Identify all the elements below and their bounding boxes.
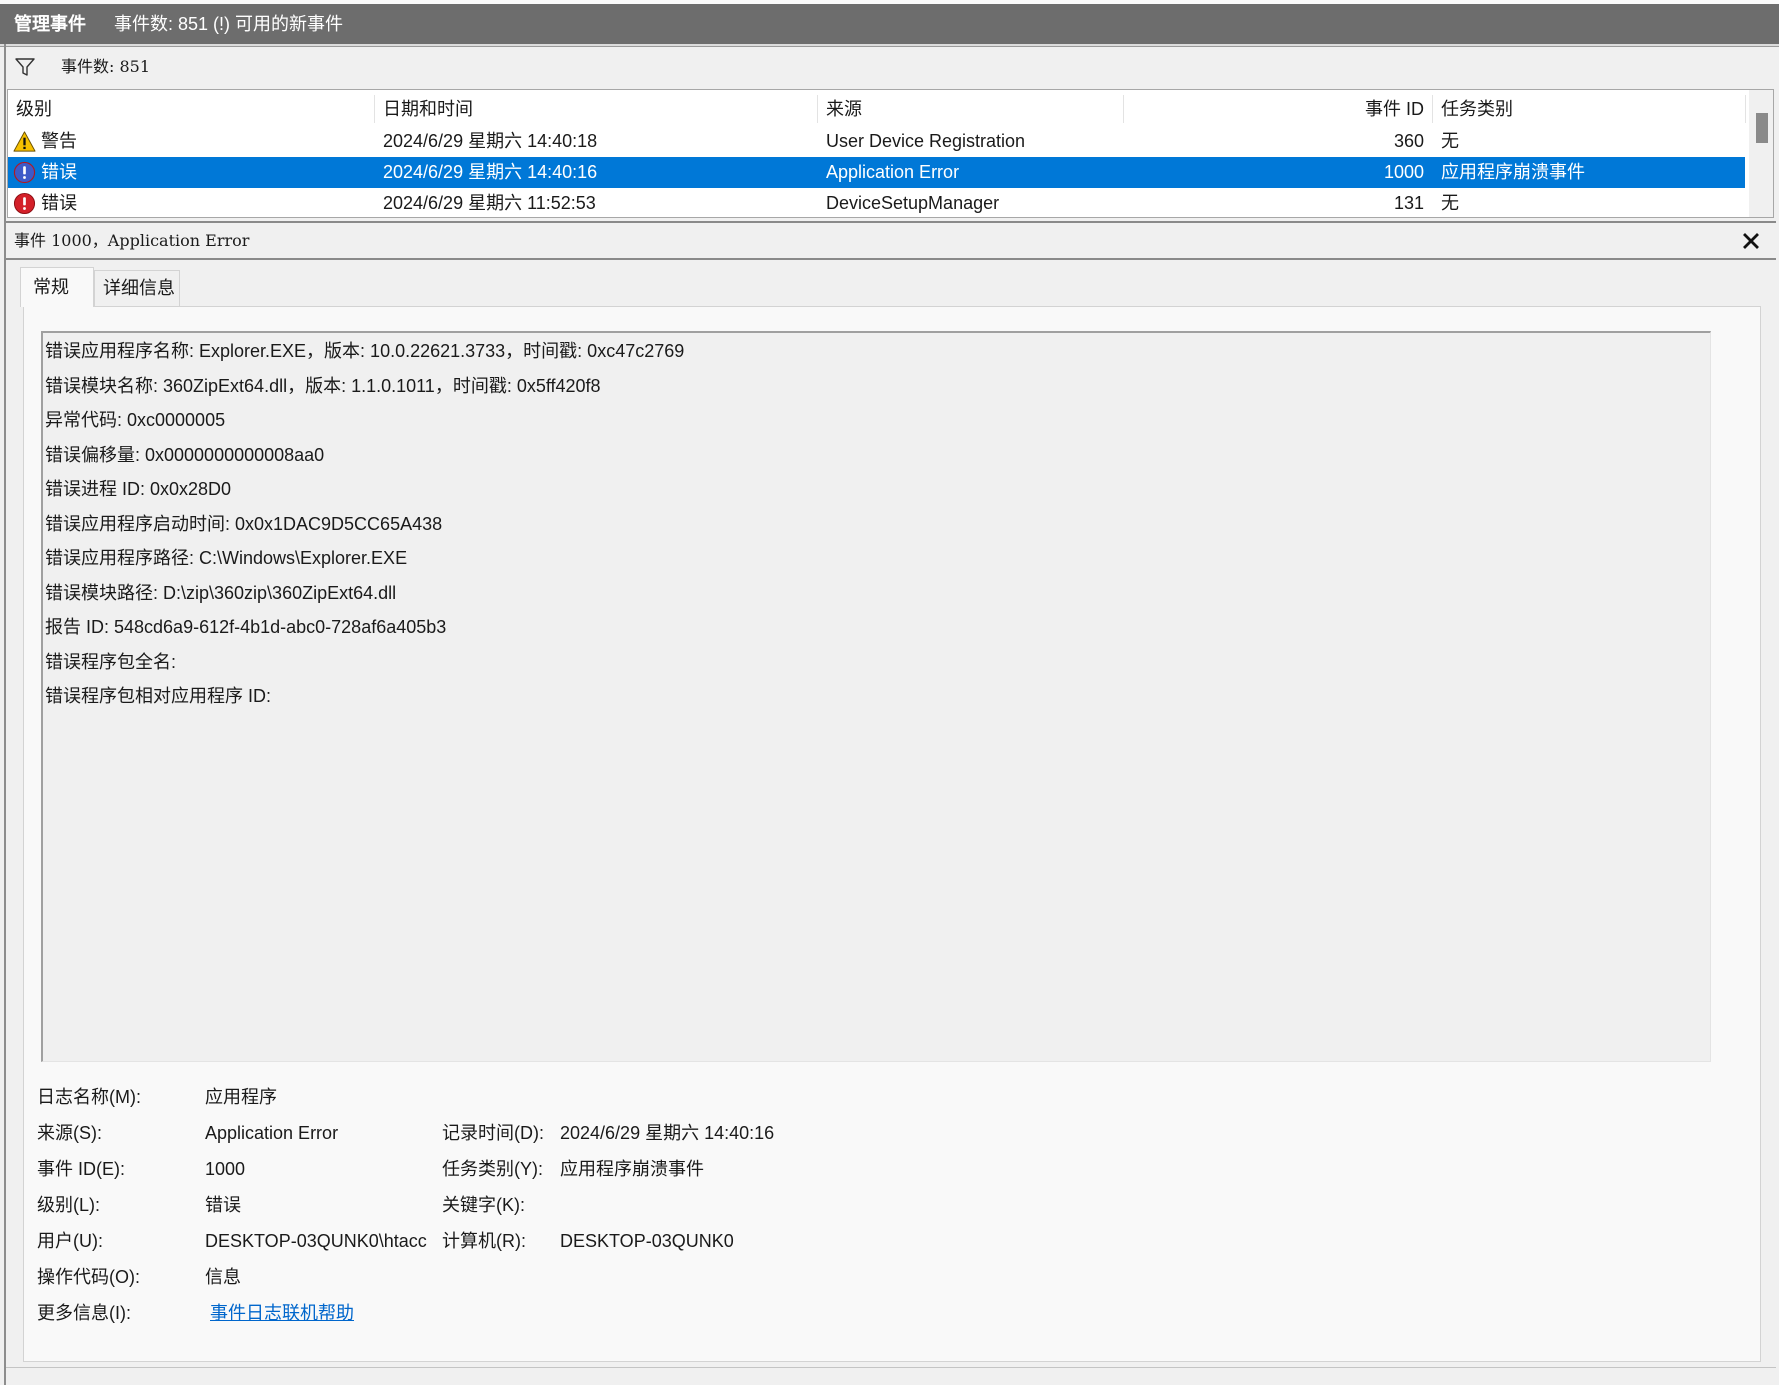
property-row: 日志名称(M): 应用程序 bbox=[37, 1079, 1737, 1115]
computer-value: DESKTOP-03QUNK0 bbox=[560, 1231, 734, 1251]
log-name-value: 应用程序 bbox=[205, 1087, 277, 1107]
task-category-value: 应用程序崩溃事件 bbox=[560, 1159, 704, 1179]
description-line: 错误程序包全名: bbox=[45, 651, 177, 672]
filtered-event-count: 事件数: 851 bbox=[61, 57, 151, 76]
user-value: DESKTOP-03QUNK0\htacc bbox=[205, 1231, 427, 1251]
event-detail-header: 事件 1000，Application Error bbox=[6, 224, 1776, 258]
more-info-label: 更多信息(I): bbox=[37, 1303, 131, 1323]
table-row[interactable]: 错误 2024/6/29 星期六 14:40:16 Application Er… bbox=[8, 157, 1745, 188]
tab-general[interactable]: 常规 bbox=[20, 267, 94, 307]
description-line: 报告 ID: 548cd6a9-612f-4b1d-abc0-728af6a40… bbox=[45, 617, 447, 637]
general-tab-panel: 错误应用程序名称: Explorer.EXE，版本: 10.0.22621.37… bbox=[23, 306, 1761, 1362]
event-id-label: 事件 ID(E): bbox=[37, 1159, 125, 1179]
row-task-category: 无 bbox=[1441, 193, 1459, 213]
row-source: Application Error bbox=[826, 162, 960, 182]
column-resize-handle[interactable] bbox=[1123, 95, 1124, 123]
keywords-label: 关键字(K): bbox=[442, 1195, 525, 1215]
row-event-id: 131 bbox=[1393, 193, 1424, 213]
description-line: 错误模块名称: 360ZipExt64.dll，版本: 1.1.0.1011，时… bbox=[45, 375, 601, 396]
description-line: 错误偏移量: 0x0000000000008aa0 bbox=[45, 444, 325, 465]
description-line: 错误应用程序名称: Explorer.EXE，版本: 10.0.22621.37… bbox=[45, 341, 685, 361]
title-bar: 管理事件 事件数: 851 (!) 可用的新事件 bbox=[0, 4, 1779, 44]
warning-icon bbox=[13, 130, 36, 153]
column-header-datetime[interactable]: 日期和时间 bbox=[383, 93, 813, 125]
error-icon bbox=[13, 192, 36, 215]
user-label: 用户(U): bbox=[37, 1231, 103, 1251]
online-help-link[interactable]: 事件日志联机帮助 bbox=[210, 1295, 354, 1331]
column-resize-handle[interactable] bbox=[817, 95, 818, 123]
column-resize-handle[interactable] bbox=[1432, 95, 1433, 123]
opcode-label: 操作代码(O): bbox=[37, 1267, 140, 1287]
events-table[interactable]: 级别 日期和时间 来源 事件 ID 任务类别 警告 2024/6/29 星期六 … bbox=[7, 89, 1774, 218]
log-name-label: 日志名称(M): bbox=[37, 1087, 141, 1107]
source-label: 来源(S): bbox=[37, 1123, 102, 1143]
column-header-level[interactable]: 级别 bbox=[16, 93, 372, 125]
row-level: 错误 bbox=[41, 162, 77, 182]
computer-label: 计算机(R): bbox=[442, 1231, 526, 1251]
column-header-event-id[interactable]: 事件 ID bbox=[1132, 93, 1424, 125]
row-task-category: 无 bbox=[1441, 131, 1459, 151]
level-value: 错误 bbox=[205, 1195, 241, 1215]
row-source: DeviceSetupManager bbox=[826, 193, 1000, 213]
row-event-id: 1000 bbox=[1383, 162, 1424, 182]
logged-label: 记录时间(D): bbox=[442, 1123, 544, 1143]
description-line: 异常代码: 0xc0000005 bbox=[45, 410, 226, 430]
column-resize-handle[interactable] bbox=[374, 95, 375, 123]
property-row: 操作代码(O): 信息 bbox=[37, 1259, 1737, 1295]
source-value: Application Error bbox=[205, 1123, 339, 1143]
row-level: 错误 bbox=[41, 193, 77, 213]
property-row: 更多信息(I): 事件日志联机帮助 bbox=[37, 1295, 1737, 1331]
title-divider-dark bbox=[0, 46, 1779, 47]
row-level: 警告 bbox=[41, 131, 77, 151]
vertical-scrollbar[interactable] bbox=[1749, 90, 1773, 217]
property-row: 用户(U): DESKTOP-03QUNK0\htacc 计算机(R): DES… bbox=[37, 1223, 1737, 1259]
task-category-label: 任务类别(Y): bbox=[442, 1159, 543, 1179]
logged-value: 2024/6/29 星期六 14:40:16 bbox=[560, 1123, 775, 1143]
splitter[interactable] bbox=[6, 221, 1776, 223]
opcode-value: 信息 bbox=[205, 1267, 241, 1287]
event-description-textbox[interactable]: 错误应用程序名称: Explorer.EXE，版本: 10.0.22621.37… bbox=[41, 331, 1711, 1062]
property-row: 级别(L): 错误 关键字(K): bbox=[37, 1187, 1737, 1223]
event-detail-title: 事件 1000，Application Error bbox=[14, 231, 250, 250]
level-label: 级别(L): bbox=[37, 1195, 100, 1215]
new-events-notice: 事件数: 851 (!) 可用的新事件 bbox=[114, 14, 344, 34]
column-header-source[interactable]: 来源 bbox=[826, 93, 1121, 125]
description-line: 错误程序包相对应用程序 ID: bbox=[45, 686, 272, 706]
property-row: 来源(S): Application Error 记录时间(D): 2024/6… bbox=[37, 1115, 1737, 1151]
table-row[interactable]: 警告 2024/6/29 星期六 14:40:18 User Device Re… bbox=[8, 126, 1745, 157]
row-source: User Device Registration bbox=[826, 131, 1026, 151]
column-resize-handle[interactable] bbox=[1745, 95, 1746, 123]
scrollbar-thumb[interactable] bbox=[1756, 113, 1768, 143]
funnel-icon bbox=[14, 56, 36, 78]
event-id-value: 1000 bbox=[205, 1159, 246, 1179]
bottom-divider bbox=[6, 1367, 1776, 1368]
table-header: 级别 日期和时间 来源 事件 ID 任务类别 bbox=[8, 93, 1746, 125]
row-datetime: 2024/6/29 星期六 14:40:18 bbox=[383, 131, 598, 151]
description-line: 错误进程 ID: 0x0x28D0 bbox=[45, 479, 232, 499]
event-viewer-window: 管理事件 事件数: 851 (!) 可用的新事件 事件数: 851 级别 日期和… bbox=[0, 0, 1779, 1385]
row-datetime: 2024/6/29 星期六 11:52:53 bbox=[383, 193, 596, 213]
panel-title: 管理事件 bbox=[14, 14, 86, 34]
row-event-id: 360 bbox=[1393, 131, 1424, 151]
description-line: 错误应用程序路径: C:\Windows\Explorer.EXE bbox=[45, 548, 408, 568]
property-row: 事件 ID(E): 1000 任务类别(Y): 应用程序崩溃事件 bbox=[37, 1151, 1737, 1187]
detail-header-divider bbox=[6, 258, 1776, 260]
event-properties: 日志名称(M): 应用程序 来源(S): Application Error 记… bbox=[37, 1079, 1737, 1331]
table-row[interactable]: 错误 2024/6/29 星期六 11:52:53 DeviceSetupMan… bbox=[8, 188, 1745, 217]
row-datetime: 2024/6/29 星期六 14:40:16 bbox=[383, 162, 598, 182]
column-header-task-category[interactable]: 任务类别 bbox=[1441, 93, 1741, 125]
close-icon[interactable] bbox=[1742, 232, 1760, 250]
description-line: 错误模块路径: D:\zip\360zip\360ZipExt64.dll bbox=[45, 582, 397, 603]
filter-bar: 事件数: 851 bbox=[6, 49, 1776, 85]
row-task-category: 应用程序崩溃事件 bbox=[1441, 162, 1585, 182]
tab-details[interactable]: 详细信息 bbox=[94, 270, 180, 306]
description-line: 错误应用程序启动时间: 0x0x1DAC9D5CC65A438 bbox=[45, 513, 443, 534]
error-icon bbox=[13, 161, 36, 184]
